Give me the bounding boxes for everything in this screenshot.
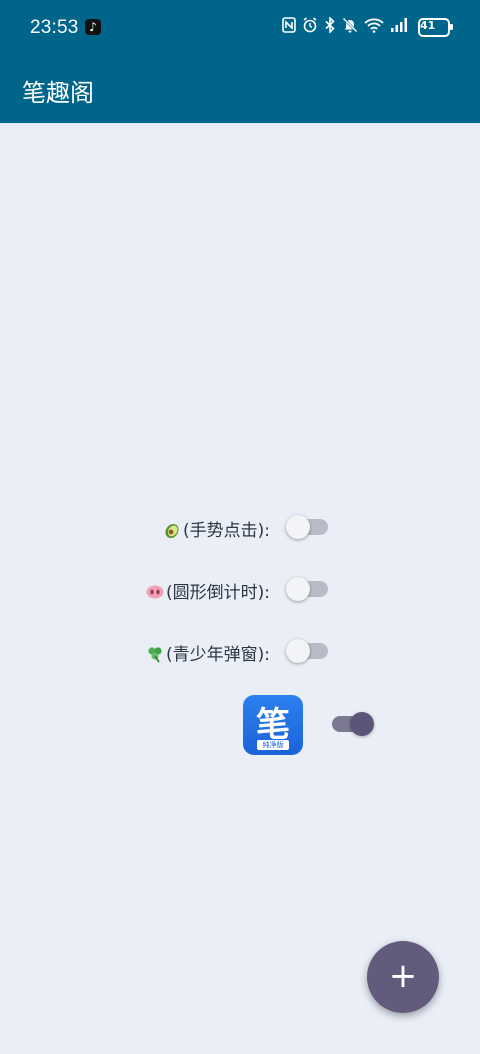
status-time: 23:53	[30, 17, 79, 38]
battery-indicator: 41	[418, 17, 453, 37]
mute-icon	[342, 17, 358, 37]
app-bar: 笔趣阁	[0, 56, 480, 123]
setting-row-gesture-click: (手势点击):	[0, 512, 480, 542]
tiktok-icon: ♪	[85, 19, 101, 35]
bluetooth-icon	[324, 16, 336, 37]
gesture-click-toggle[interactable]	[286, 514, 332, 540]
alarm-icon	[302, 17, 318, 37]
setting-label-teen-popup: (青少年弹窗):	[146, 640, 270, 665]
wifi-icon	[364, 17, 384, 37]
pig-nose-icon	[146, 585, 164, 599]
add-button[interactable]: +	[367, 941, 439, 1013]
setting-label-gesture-click: (手势点击):	[163, 516, 270, 541]
page-title: 笔趣阁	[22, 79, 94, 107]
teen-popup-toggle[interactable]	[286, 638, 332, 664]
biquge-app-logo: 笔 纯净版	[243, 695, 303, 755]
status-bar: 23:53 ♪ 41	[0, 0, 480, 56]
setting-row-teen-popup: (青少年弹窗):	[0, 636, 480, 666]
app-enable-toggle[interactable]	[328, 711, 374, 737]
nfc-icon	[282, 17, 296, 37]
setting-row-circle-countdown: (圆形倒计时):	[0, 574, 480, 604]
status-icons: 41	[282, 16, 453, 38]
setting-label-text: (圆形倒计时):	[166, 583, 270, 603]
app-logo-char: 笔	[256, 705, 290, 745]
app-logo-subtitle: 纯净版	[257, 740, 289, 750]
setting-label-text: (手势点击):	[183, 521, 270, 541]
setting-label-circle-countdown: (圆形倒计时):	[146, 578, 270, 603]
avocado-icon	[165, 523, 179, 539]
signal-icon	[390, 17, 410, 37]
circle-countdown-toggle[interactable]	[286, 576, 332, 602]
clover-icon	[148, 647, 162, 663]
setting-label-text: (青少年弹窗):	[166, 645, 270, 665]
